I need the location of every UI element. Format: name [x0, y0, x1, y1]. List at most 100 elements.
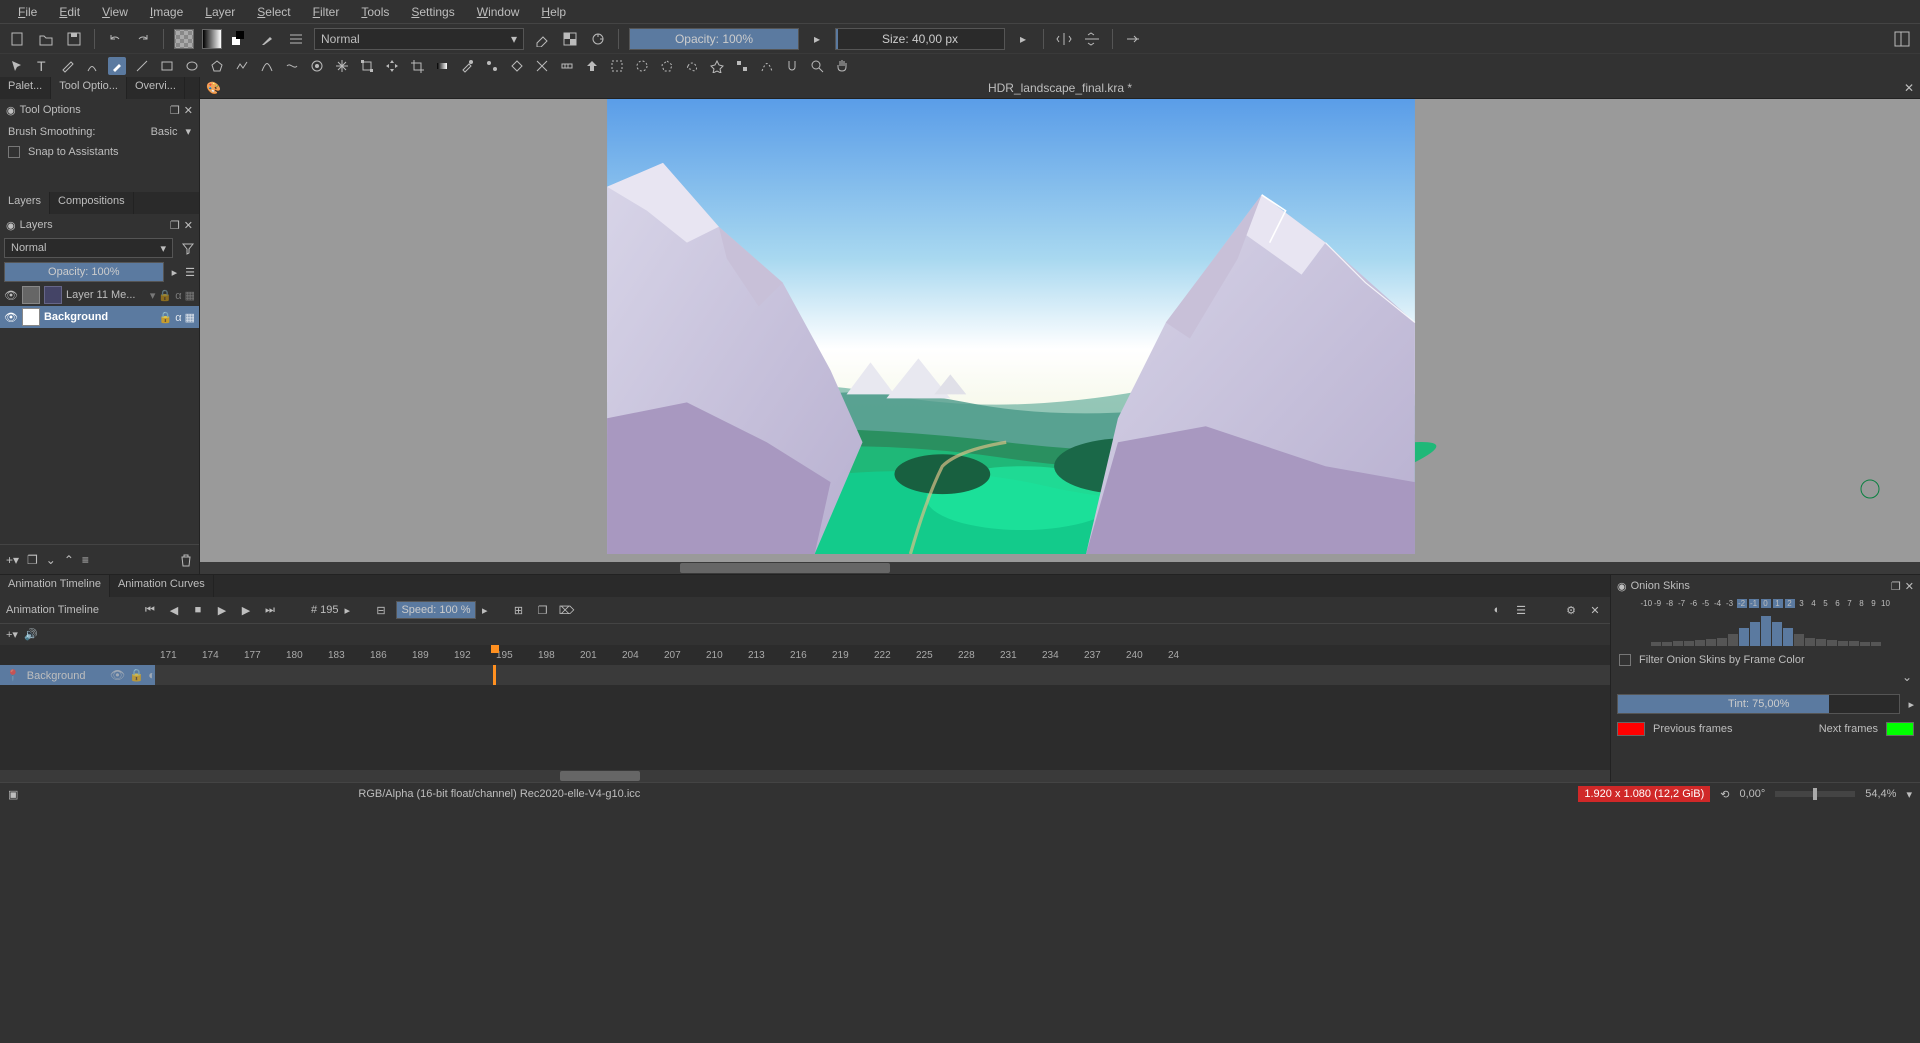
add-layer-icon[interactable]: +▾	[6, 553, 19, 567]
text-tool-icon[interactable]: T	[33, 57, 51, 75]
polygon-tool-icon[interactable]	[208, 57, 226, 75]
eraser-icon[interactable]	[532, 29, 552, 49]
canvas-viewport[interactable]	[200, 99, 1920, 562]
onion-frame-num[interactable]: -7	[1677, 599, 1687, 608]
rectangle-tool-icon[interactable]	[158, 57, 176, 75]
smart-fill-tool-icon[interactable]	[508, 57, 526, 75]
move-down-icon[interactable]: ⌄	[46, 553, 56, 567]
skip-end-icon[interactable]: ⏭	[261, 601, 279, 619]
onion-layer-icon[interactable]: ◐	[148, 668, 155, 682]
add-track-icon[interactable]: +▾	[6, 628, 18, 641]
mirror-v-icon[interactable]	[1082, 29, 1102, 49]
audio-icon[interactable]: 🔊	[24, 628, 38, 641]
stepper-icon[interactable]: ▸	[1908, 698, 1914, 711]
zoom-tool-icon[interactable]	[808, 57, 826, 75]
drop-frames-icon[interactable]: ⊟	[372, 601, 390, 619]
close-icon[interactable]: ✕	[1586, 601, 1604, 619]
onion-opacity-bar[interactable]	[1816, 639, 1826, 646]
onion-frame-num[interactable]: -1	[1749, 599, 1759, 608]
onion-frame-num[interactable]: -8	[1665, 599, 1675, 608]
layer-opacity-slider[interactable]: Opacity: 100%	[4, 262, 164, 282]
stepper-icon[interactable]: ▸	[482, 604, 488, 617]
menu-tools[interactable]: Tools	[351, 3, 399, 21]
onion-toggle-icon[interactable]: ◐	[1488, 601, 1506, 619]
tab-animation-timeline[interactable]: Animation Timeline	[0, 575, 110, 597]
onion-opacity-bar[interactable]	[1662, 642, 1672, 646]
rotation-value[interactable]: 0,00°	[1739, 788, 1765, 800]
menu-select[interactable]: Select	[247, 3, 300, 21]
stop-icon[interactable]: ■	[189, 601, 207, 619]
timeline-menu-icon[interactable]: ☰	[1512, 601, 1530, 619]
add-frame-icon[interactable]: ⊞	[510, 601, 528, 619]
dynamic-brush-tool-icon[interactable]	[308, 57, 326, 75]
new-file-icon[interactable]	[8, 29, 28, 49]
pan-tool-icon[interactable]	[833, 57, 851, 75]
bezier-select-tool-icon[interactable]	[758, 57, 776, 75]
chevron-down-icon[interactable]: ⌄	[1902, 670, 1912, 690]
redo-icon[interactable]	[133, 29, 153, 49]
onion-frame-num[interactable]: -10	[1641, 599, 1651, 608]
visibility-icon[interactable]: 👁	[4, 289, 18, 302]
alpha-lock-icon[interactable]	[560, 29, 580, 49]
opacity-stepper-icon[interactable]: ▸	[172, 266, 178, 279]
timeline-scrollbar[interactable]	[0, 770, 1610, 782]
onion-frame-num[interactable]: 1	[1773, 599, 1783, 608]
tab-overview[interactable]: Overvi...	[127, 77, 185, 99]
onion-opacity-bar[interactable]	[1805, 638, 1815, 646]
freehand-brush-tool-icon[interactable]	[108, 57, 126, 75]
mirror-h-icon[interactable]	[1054, 29, 1074, 49]
gradient-swatch[interactable]	[202, 29, 222, 49]
float-panel-icon[interactable]: ❐	[170, 219, 180, 232]
onion-opacity-bar[interactable]	[1849, 641, 1859, 646]
onion-opacity-bar[interactable]	[1728, 634, 1738, 646]
delete-frame-icon[interactable]: ⌦	[558, 601, 576, 619]
measure-tool-icon[interactable]	[558, 57, 576, 75]
skip-start-icon[interactable]: ⏮	[141, 601, 159, 619]
freehand-select-tool-icon[interactable]	[683, 57, 701, 75]
onion-opacity-bar[interactable]	[1695, 640, 1705, 646]
line-tool-icon[interactable]	[133, 57, 151, 75]
polyline-tool-icon[interactable]	[233, 57, 251, 75]
freehand-path-tool-icon[interactable]	[283, 57, 301, 75]
current-frame-field[interactable]: # 195	[311, 604, 339, 616]
prev-frame-icon[interactable]: ◀	[165, 601, 183, 619]
onion-frame-num[interactable]: 6	[1833, 599, 1843, 608]
close-panel-icon[interactable]: ✕	[1905, 580, 1914, 593]
onion-frame-num[interactable]: -5	[1701, 599, 1711, 608]
polygon-select-tool-icon[interactable]	[658, 57, 676, 75]
lock-icon[interactable]: 🔒	[129, 668, 144, 682]
layer-props-icon[interactable]: ▾ 🔒 α ▦	[150, 289, 195, 302]
menu-window[interactable]: Window	[467, 3, 530, 21]
close-document-icon[interactable]: ✕	[1904, 81, 1914, 95]
checkbox-icon[interactable]	[8, 146, 20, 158]
onion-opacity-bar[interactable]	[1772, 622, 1782, 646]
ellipse-select-tool-icon[interactable]	[633, 57, 651, 75]
brush-size-slider[interactable]: Size: 40,00 px	[835, 28, 1005, 50]
tab-tool-options[interactable]: Tool Optio...	[51, 77, 127, 99]
filter-icon[interactable]	[181, 241, 195, 255]
onion-opacity-bar[interactable]	[1838, 641, 1848, 646]
onion-opacity-bar[interactable]	[1860, 642, 1870, 646]
next-frame-icon[interactable]: ▶	[237, 601, 255, 619]
onion-opacity-bar[interactable]	[1673, 641, 1683, 646]
onion-opacity-bar[interactable]	[1761, 616, 1771, 646]
onion-frame-num[interactable]: 0	[1761, 599, 1771, 608]
rect-select-tool-icon[interactable]	[608, 57, 626, 75]
layer-item[interactable]: 👁 Background 🔒 α ▦	[0, 306, 199, 328]
onion-opacity-bar[interactable]	[1739, 628, 1749, 646]
visibility-icon[interactable]: 👁	[110, 668, 125, 682]
ellipse-tool-icon[interactable]	[183, 57, 201, 75]
onion-frame-num[interactable]: 7	[1845, 599, 1855, 608]
tint-slider[interactable]: Tint: 75,00%	[1617, 694, 1900, 714]
scroll-thumb[interactable]	[560, 771, 640, 781]
onion-frame-num[interactable]: -4	[1713, 599, 1723, 608]
calligraphy-tool-icon[interactable]	[83, 57, 101, 75]
prev-color-swatch[interactable]	[1617, 722, 1645, 736]
onion-opacity-bar[interactable]	[1827, 640, 1837, 646]
onion-opacity-bar[interactable]	[1871, 642, 1881, 646]
float-panel-icon[interactable]: ❐	[170, 104, 180, 117]
layer-props-icon[interactable]: 🔒 α ▦	[158, 311, 195, 324]
workspace-chooser-icon[interactable]	[1892, 29, 1912, 49]
crop-tool-icon[interactable]	[408, 57, 426, 75]
rotation-reset-icon[interactable]: ⟲	[1720, 788, 1729, 801]
